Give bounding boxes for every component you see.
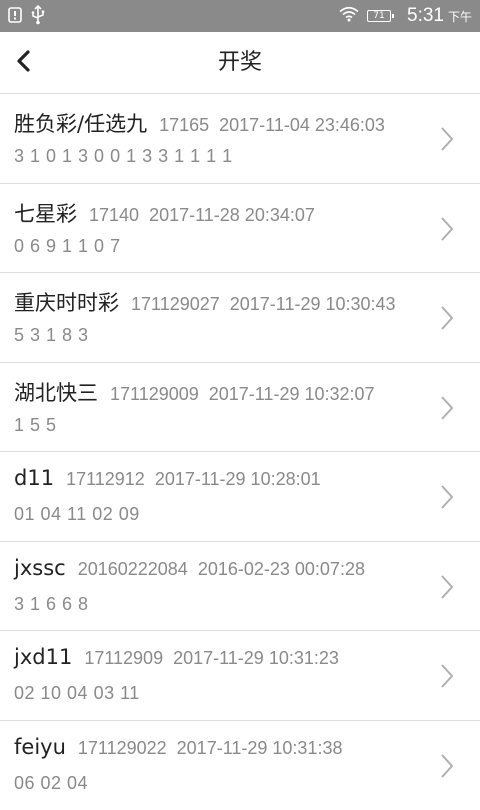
chevron-right-icon [440, 663, 454, 689]
item-header: d11 17112912 2017-11-29 10:28:01 [14, 466, 321, 490]
status-left [8, 5, 54, 29]
issue-number: 171129022 [78, 738, 167, 758]
winning-numbers: 3 1 0 1 3 0 0 1 3 3 1 1 1 1 [14, 146, 233, 167]
issue-number: 20160222084 [78, 559, 188, 579]
lottery-name: 重庆时时彩 [14, 291, 119, 315]
lottery-name: feiyu [14, 735, 66, 759]
meta: 171129009 2017-11-29 10:32:07 [110, 384, 375, 404]
chevron-right-icon [440, 126, 454, 152]
list-item[interactable]: d11 17112912 2017-11-29 10:28:01 01 04 11 … [0, 452, 480, 542]
issue-number: 171129009 [110, 384, 199, 404]
chevron-right-icon [440, 216, 454, 242]
issue-number: 17140 [89, 205, 139, 225]
issue-number: 17165 [159, 115, 209, 135]
draw-time: 2017-11-28 20:34:07 [149, 205, 315, 225]
chevron-right-icon [440, 395, 454, 421]
draw-time: 2017-11-04 23:46:03 [219, 115, 385, 135]
meta: 20160222084 2016-02-23 00:07:28 [78, 559, 365, 579]
winning-numbers: 01 04 11 02 09 [14, 504, 140, 525]
chevron-left-icon [4, 40, 44, 84]
winning-numbers: 3 1 6 6 8 [14, 594, 89, 615]
draw-time: 2017-11-29 10:31:38 [177, 738, 343, 758]
item-header: 胜负彩/任选九 17165 2017-11-04 23:46:03 [14, 108, 385, 138]
winning-numbers: 0 6 9 1 1 0 7 [14, 236, 121, 257]
chevron-right-icon [440, 484, 454, 510]
draw-time: 2017-11-29 10:31:23 [173, 648, 339, 668]
status-right: 71 5:31 下午 [339, 0, 472, 32]
draw-time: 2017-11-29 10:30:43 [230, 294, 396, 314]
winning-numbers: 06 02 04 [14, 773, 88, 794]
status-time: 5:31 [407, 5, 444, 27]
lottery-name: jxssc [14, 556, 66, 580]
list-item[interactable]: 胜负彩/任选九 17165 2017-11-04 23:46:03 3 1 0 1 … [0, 94, 480, 184]
page-title: 开奖 [0, 32, 480, 94]
list-item[interactable]: jxssc 20160222084 2016-02-23 00:07:28 3 1 … [0, 542, 480, 632]
item-header: 湖北快三 171129009 2017-11-29 10:32:07 [14, 377, 375, 407]
winning-numbers: 02 10 04 03 11 [14, 683, 140, 704]
meta: 17165 2017-11-04 23:46:03 [159, 115, 385, 135]
chevron-right-icon [440, 305, 454, 331]
lottery-name: 胜负彩/任选九 [14, 112, 147, 136]
issue-number: 17112912 [66, 469, 145, 489]
wifi-icon [339, 6, 359, 26]
draw-time: 2016-02-23 00:07:28 [198, 559, 365, 579]
list-item[interactable]: jxd11 17112909 2017-11-29 10:31:23 02 10 0… [0, 631, 480, 721]
list-item[interactable]: 重庆时时彩 171129027 2017-11-29 10:30:43 5 3 1 … [0, 273, 480, 363]
draw-time: 2017-11-29 10:32:07 [209, 384, 375, 404]
back-button[interactable] [4, 40, 44, 84]
status-ampm: 下午 [448, 8, 472, 25]
meta: 17112909 2017-11-29 10:31:23 [84, 648, 339, 668]
chevron-right-icon [440, 574, 454, 600]
results-list: 胜负彩/任选九 17165 2017-11-04 23:46:03 3 1 0 1 … [0, 94, 480, 810]
winning-numbers: 1 5 5 [14, 415, 57, 436]
battery-icon: 71 [367, 10, 391, 22]
list-item[interactable]: 湖北快三 171129009 2017-11-29 10:32:07 1 5 5 [0, 363, 480, 453]
issue-number: 17112909 [84, 648, 163, 668]
lottery-name: jxd11 [14, 645, 72, 669]
item-header: jxd11 17112909 2017-11-29 10:31:23 [14, 645, 339, 669]
list-item[interactable]: 七星彩 17140 2017-11-28 20:34:07 0 6 9 1 1 0 … [0, 184, 480, 274]
battery-level: 71 [368, 10, 390, 22]
lottery-name: d11 [14, 466, 54, 490]
chevron-right-icon [440, 753, 454, 779]
draw-time: 2017-11-29 10:28:01 [155, 469, 321, 489]
item-header: 七星彩 17140 2017-11-28 20:34:07 [14, 198, 315, 228]
usb-icon [30, 5, 46, 29]
notification-icon [8, 7, 22, 27]
meta: 171129027 2017-11-29 10:30:43 [131, 294, 396, 314]
item-header: jxssc 20160222084 2016-02-23 00:07:28 [14, 556, 365, 580]
nav-bar: 开奖 [0, 32, 480, 94]
meta: 17112912 2017-11-29 10:28:01 [66, 469, 321, 489]
status-bar: 71 5:31 下午 [0, 0, 480, 32]
item-header: 重庆时时彩 171129027 2017-11-29 10:30:43 [14, 287, 396, 317]
item-header: feiyu 171129022 2017-11-29 10:31:38 [14, 735, 342, 759]
winning-numbers: 5 3 1 8 3 [14, 325, 89, 346]
list-item[interactable]: feiyu 171129022 2017-11-29 10:31:38 06 02 … [0, 721, 480, 810]
lottery-name: 湖北快三 [14, 381, 98, 405]
meta: 171129022 2017-11-29 10:31:38 [78, 738, 343, 758]
issue-number: 171129027 [131, 294, 220, 314]
meta: 17140 2017-11-28 20:34:07 [89, 205, 315, 225]
lottery-name: 七星彩 [14, 202, 77, 226]
